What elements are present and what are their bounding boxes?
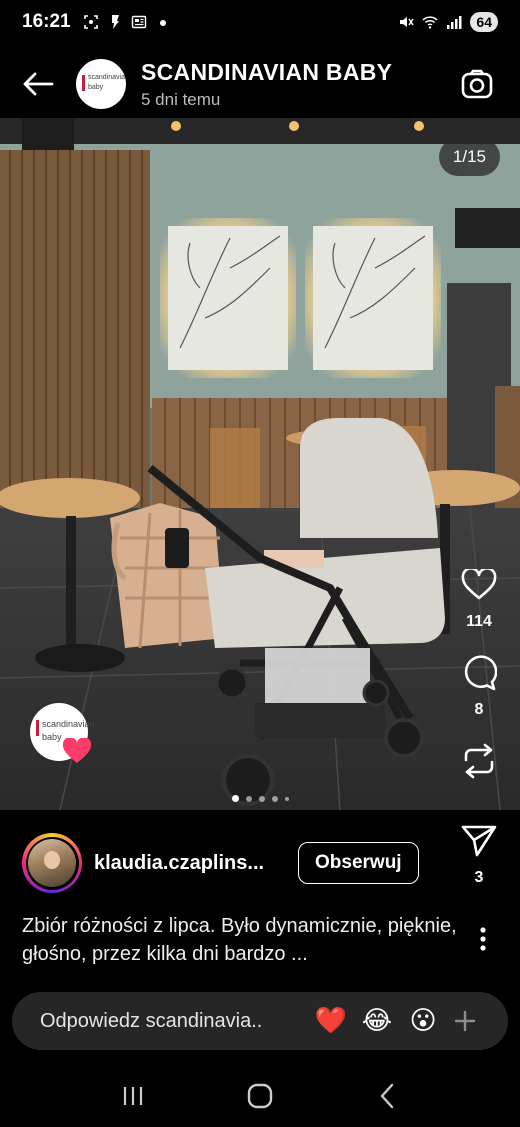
emoji-laugh-button[interactable]: 😂 — [354, 1006, 400, 1036]
carousel-dot — [231, 795, 239, 802]
cafe-photo — [0, 118, 520, 810]
more-options-icon[interactable] — [478, 926, 488, 952]
share-button[interactable] — [459, 821, 499, 861]
carousel-dot — [284, 796, 289, 801]
emoji-wow-button[interactable]: 😮 — [400, 1006, 446, 1036]
battery-indicator: 64 — [470, 12, 498, 32]
carousel-dot — [258, 795, 265, 802]
recent-apps-icon — [124, 1086, 143, 1105]
author-avatar[interactable] — [22, 833, 82, 893]
account-avatar[interactable]: scandinavian baby — [76, 59, 126, 109]
follow-button[interactable]: Obserwuj — [298, 842, 419, 884]
reply-input[interactable]: Odpowiedz scandinavia.. — [40, 1010, 308, 1033]
flashlight-icon — [111, 15, 119, 29]
status-bar: 16:21 64 — [0, 0, 520, 44]
repost-button[interactable] — [459, 741, 499, 781]
send-icon — [461, 825, 497, 857]
like-count: 114 — [466, 613, 492, 630]
comment-bubble-icon — [464, 655, 497, 691]
reply-bar: Odpowiedz scandinavia.. ❤️ 😂 😮 — [12, 992, 508, 1050]
reel-actions: 114 8 3 — [456, 565, 502, 909]
author-photo — [28, 839, 76, 887]
wifi-icon — [422, 16, 438, 29]
plus-icon — [454, 1010, 476, 1032]
overlay-logo-text-line1: scandinavian — [42, 719, 95, 729]
home-button[interactable] — [240, 1076, 280, 1116]
logo-text-line1: scandinavian — [88, 74, 126, 81]
carousel-dot — [245, 795, 252, 802]
signal-icon — [447, 16, 462, 29]
mute-icon — [400, 17, 415, 27]
logo-text-line2: baby — [88, 84, 104, 91]
author-row: klaudia.czaplins... Obserwuj — [22, 833, 419, 893]
like-button[interactable] — [459, 565, 499, 605]
back-button[interactable] — [18, 64, 58, 104]
chevron-left-icon — [380, 1083, 393, 1108]
share-count: 3 — [474, 869, 484, 886]
post-caption[interactable]: Zbiór różności z lipca. Było dynamicznie… — [22, 912, 462, 968]
heart-reaction-icon — [62, 738, 92, 763]
comment-button[interactable] — [459, 653, 499, 693]
post-time: 5 dni temu — [141, 89, 221, 109]
system-nav-bar — [0, 1064, 520, 1127]
status-time: 16:21 — [22, 11, 71, 32]
comment-count: 8 — [474, 701, 484, 718]
brand-logo: scandinavian baby — [82, 72, 126, 96]
carousel-dot — [271, 795, 278, 802]
screenshot-icon — [83, 15, 98, 29]
home-icon — [247, 1083, 273, 1108]
camera-button[interactable] — [460, 67, 494, 101]
carousel-counter: 1/15 — [438, 138, 500, 176]
add-reaction-button[interactable] — [450, 1006, 480, 1036]
repost-icon — [464, 743, 494, 779]
dot-icon — [159, 20, 166, 26]
account-name[interactable]: SCANDINAVIAN BABY — [141, 59, 392, 86]
story-media[interactable]: 1/15 scandinavian baby — [0, 118, 520, 810]
recent-apps-button[interactable] — [113, 1076, 153, 1116]
status-left-icons — [83, 14, 171, 30]
emoji-heart-button[interactable]: ❤️ — [308, 1006, 354, 1036]
status-right-icons: 64 — [398, 12, 498, 32]
author-username[interactable]: klaudia.czaplins... — [94, 852, 284, 875]
story-header: scandinavian baby SCANDINAVIAN BABY 5 dn… — [0, 52, 520, 116]
heart-icon — [461, 569, 497, 600]
news-icon — [131, 15, 146, 29]
overlay-logo-text-line2: baby — [42, 732, 62, 742]
carousel-dots — [0, 795, 520, 802]
camera-icon — [461, 69, 493, 99]
system-back-button[interactable] — [367, 1076, 407, 1116]
arrow-left-icon — [23, 72, 54, 96]
header-text[interactable]: SCANDINAVIAN BABY 5 dni temu — [141, 59, 392, 110]
